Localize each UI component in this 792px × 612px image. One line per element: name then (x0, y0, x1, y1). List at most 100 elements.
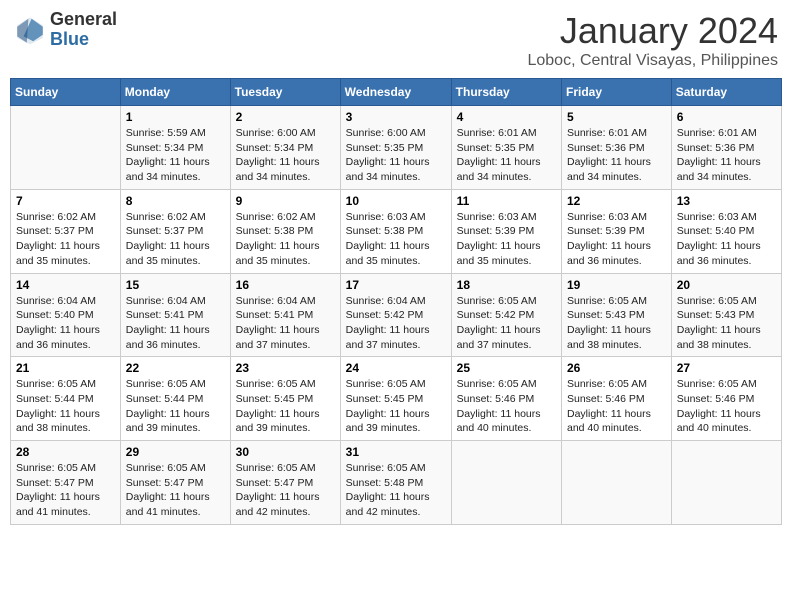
week-row-2: 14Sunrise: 6:04 AM Sunset: 5:40 PM Dayli… (11, 273, 782, 357)
day-info: Sunrise: 6:05 AM Sunset: 5:43 PM Dayligh… (567, 294, 666, 353)
day-number: 17 (346, 278, 446, 292)
day-info: Sunrise: 6:01 AM Sunset: 5:36 PM Dayligh… (567, 126, 666, 185)
calendar-cell: 9 Sunrise: 6:02 AM Sunset: 5:38 PM Daylig… (230, 189, 340, 273)
calendar-header: SundayMondayTuesdayWednesdayThursdayFrid… (11, 79, 782, 106)
day-number: 16 (236, 278, 335, 292)
day-info: Sunrise: 6:04 AM Sunset: 5:41 PM Dayligh… (236, 294, 335, 353)
day-info: Sunrise: 6:03 AM Sunset: 5:39 PM Dayligh… (457, 210, 556, 269)
day-info: Sunrise: 6:01 AM Sunset: 5:36 PM Dayligh… (677, 126, 776, 185)
calendar-cell: 8Sunrise: 6:02 AM Sunset: 5:37 PM Daylig… (120, 189, 230, 273)
header-day-wednesday: Wednesday (340, 79, 451, 106)
calendar-body: 1 Sunrise: 5:59 AM Sunset: 5:34 PM Daylig… (11, 106, 782, 525)
day-info: Sunrise: 6:03 AM Sunset: 5:39 PM Dayligh… (567, 210, 666, 269)
header-day-monday: Monday (120, 79, 230, 106)
day-info: Sunrise: 6:00 AM Sunset: 5:35 PM Dayligh… (346, 126, 446, 185)
day-number: 25 (457, 361, 556, 375)
week-row-3: 21Sunrise: 6:05 AM Sunset: 5:44 PM Dayli… (11, 357, 782, 441)
calendar-cell: 12 Sunrise: 6:03 AM Sunset: 5:39 PM Dayli… (562, 189, 672, 273)
calendar-cell: 4Sunrise: 6:01 AM Sunset: 5:35 PM Daylig… (451, 106, 561, 190)
calendar-cell: 18 Sunrise: 6:05 AM Sunset: 5:42 PM Dayli… (451, 273, 561, 357)
calendar-cell: 27Sunrise: 6:05 AM Sunset: 5:46 PM Dayli… (671, 357, 781, 441)
calendar-cell: 23 Sunrise: 6:05 AM Sunset: 5:45 PM Dayli… (230, 357, 340, 441)
day-number: 6 (677, 110, 776, 124)
day-info: Sunrise: 6:05 AM Sunset: 5:47 PM Dayligh… (236, 461, 335, 520)
day-info: Sunrise: 6:02 AM Sunset: 5:37 PM Dayligh… (16, 210, 115, 269)
day-number: 15 (126, 278, 225, 292)
day-number: 29 (126, 445, 225, 459)
header-day-thursday: Thursday (451, 79, 561, 106)
calendar-cell: 15 Sunrise: 6:04 AM Sunset: 5:41 PM Dayli… (120, 273, 230, 357)
calendar-cell (671, 441, 781, 525)
day-info: Sunrise: 6:05 AM Sunset: 5:44 PM Dayligh… (16, 377, 115, 436)
calendar-cell: 28 Sunrise: 6:05 AM Sunset: 5:47 PM Dayli… (11, 441, 121, 525)
day-number: 9 (236, 194, 335, 208)
day-info: Sunrise: 6:05 AM Sunset: 5:45 PM Dayligh… (236, 377, 335, 436)
header-row: SundayMondayTuesdayWednesdayThursdayFrid… (11, 79, 782, 106)
calendar-cell: 13 Sunrise: 6:03 AM Sunset: 5:40 PM Dayli… (671, 189, 781, 273)
logo: General Blue (14, 10, 117, 50)
day-number: 27 (677, 361, 776, 375)
day-info: Sunrise: 6:03 AM Sunset: 5:38 PM Dayligh… (346, 210, 446, 269)
day-number: 7 (16, 194, 115, 208)
calendar-cell: 30 Sunrise: 6:05 AM Sunset: 5:47 PM Dayli… (230, 441, 340, 525)
day-info: Sunrise: 6:02 AM Sunset: 5:38 PM Dayligh… (236, 210, 335, 269)
week-row-4: 28 Sunrise: 6:05 AM Sunset: 5:47 PM Dayli… (11, 441, 782, 525)
day-info: Sunrise: 6:00 AM Sunset: 5:34 PM Dayligh… (236, 126, 335, 185)
day-number: 31 (346, 445, 446, 459)
day-number: 18 (457, 278, 556, 292)
calendar-cell: 19Sunrise: 6:05 AM Sunset: 5:43 PM Dayli… (562, 273, 672, 357)
day-number: 13 (677, 194, 776, 208)
day-number: 5 (567, 110, 666, 124)
location-subtitle: Loboc, Central Visayas, Philippines (527, 52, 778, 70)
day-info: Sunrise: 6:05 AM Sunset: 5:45 PM Dayligh… (346, 377, 446, 436)
week-row-1: 7 Sunrise: 6:02 AM Sunset: 5:37 PM Daylig… (11, 189, 782, 273)
calendar-cell: 31Sunrise: 6:05 AM Sunset: 5:48 PM Dayli… (340, 441, 451, 525)
day-number: 23 (236, 361, 335, 375)
day-info: Sunrise: 5:59 AM Sunset: 5:34 PM Dayligh… (126, 126, 225, 185)
day-info: Sunrise: 6:05 AM Sunset: 5:47 PM Dayligh… (16, 461, 115, 520)
week-row-0: 1 Sunrise: 5:59 AM Sunset: 5:34 PM Daylig… (11, 106, 782, 190)
day-number: 10 (346, 194, 446, 208)
calendar-cell (451, 441, 561, 525)
day-info: Sunrise: 6:04 AM Sunset: 5:41 PM Dayligh… (126, 294, 225, 353)
calendar-cell: 10 Sunrise: 6:03 AM Sunset: 5:38 PM Dayli… (340, 189, 451, 273)
calendar-cell: 11Sunrise: 6:03 AM Sunset: 5:39 PM Dayli… (451, 189, 561, 273)
day-number: 28 (16, 445, 115, 459)
logo-icon (14, 14, 46, 46)
header-day-friday: Friday (562, 79, 672, 106)
day-info: Sunrise: 6:05 AM Sunset: 5:43 PM Dayligh… (677, 294, 776, 353)
calendar-cell: 3 Sunrise: 6:00 AM Sunset: 5:35 PM Daylig… (340, 106, 451, 190)
header-day-saturday: Saturday (671, 79, 781, 106)
day-info: Sunrise: 6:05 AM Sunset: 5:44 PM Dayligh… (126, 377, 225, 436)
day-number: 30 (236, 445, 335, 459)
day-number: 20 (677, 278, 776, 292)
day-info: Sunrise: 6:05 AM Sunset: 5:42 PM Dayligh… (457, 294, 556, 353)
calendar-cell: 5 Sunrise: 6:01 AM Sunset: 5:36 PM Daylig… (562, 106, 672, 190)
calendar-cell: 29Sunrise: 6:05 AM Sunset: 5:47 PM Dayli… (120, 441, 230, 525)
day-number: 24 (346, 361, 446, 375)
logo-text: General Blue (50, 10, 117, 50)
day-number: 2 (236, 110, 335, 124)
day-info: Sunrise: 6:04 AM Sunset: 5:40 PM Dayligh… (16, 294, 115, 353)
day-info: Sunrise: 6:04 AM Sunset: 5:42 PM Dayligh… (346, 294, 446, 353)
calendar-cell: 6 Sunrise: 6:01 AM Sunset: 5:36 PM Daylig… (671, 106, 781, 190)
calendar-cell: 22Sunrise: 6:05 AM Sunset: 5:44 PM Dayli… (120, 357, 230, 441)
calendar-cell: 16 Sunrise: 6:04 AM Sunset: 5:41 PM Dayli… (230, 273, 340, 357)
calendar-cell: 17 Sunrise: 6:04 AM Sunset: 5:42 PM Dayli… (340, 273, 451, 357)
calendar-cell: 14Sunrise: 6:04 AM Sunset: 5:40 PM Dayli… (11, 273, 121, 357)
calendar-cell: 26 Sunrise: 6:05 AM Sunset: 5:46 PM Dayli… (562, 357, 672, 441)
day-number: 1 (126, 110, 225, 124)
day-number: 8 (126, 194, 225, 208)
day-number: 26 (567, 361, 666, 375)
day-number: 4 (457, 110, 556, 124)
day-info: Sunrise: 6:03 AM Sunset: 5:40 PM Dayligh… (677, 210, 776, 269)
day-info: Sunrise: 6:05 AM Sunset: 5:46 PM Dayligh… (567, 377, 666, 436)
day-number: 12 (567, 194, 666, 208)
calendar-cell (11, 106, 121, 190)
day-number: 3 (346, 110, 446, 124)
page-header: General Blue January 2024 Loboc, Central… (10, 10, 782, 70)
calendar-cell (562, 441, 672, 525)
calendar-cell: 24 Sunrise: 6:05 AM Sunset: 5:45 PM Dayli… (340, 357, 451, 441)
calendar-cell: 20 Sunrise: 6:05 AM Sunset: 5:43 PM Dayli… (671, 273, 781, 357)
calendar-cell: 21Sunrise: 6:05 AM Sunset: 5:44 PM Dayli… (11, 357, 121, 441)
